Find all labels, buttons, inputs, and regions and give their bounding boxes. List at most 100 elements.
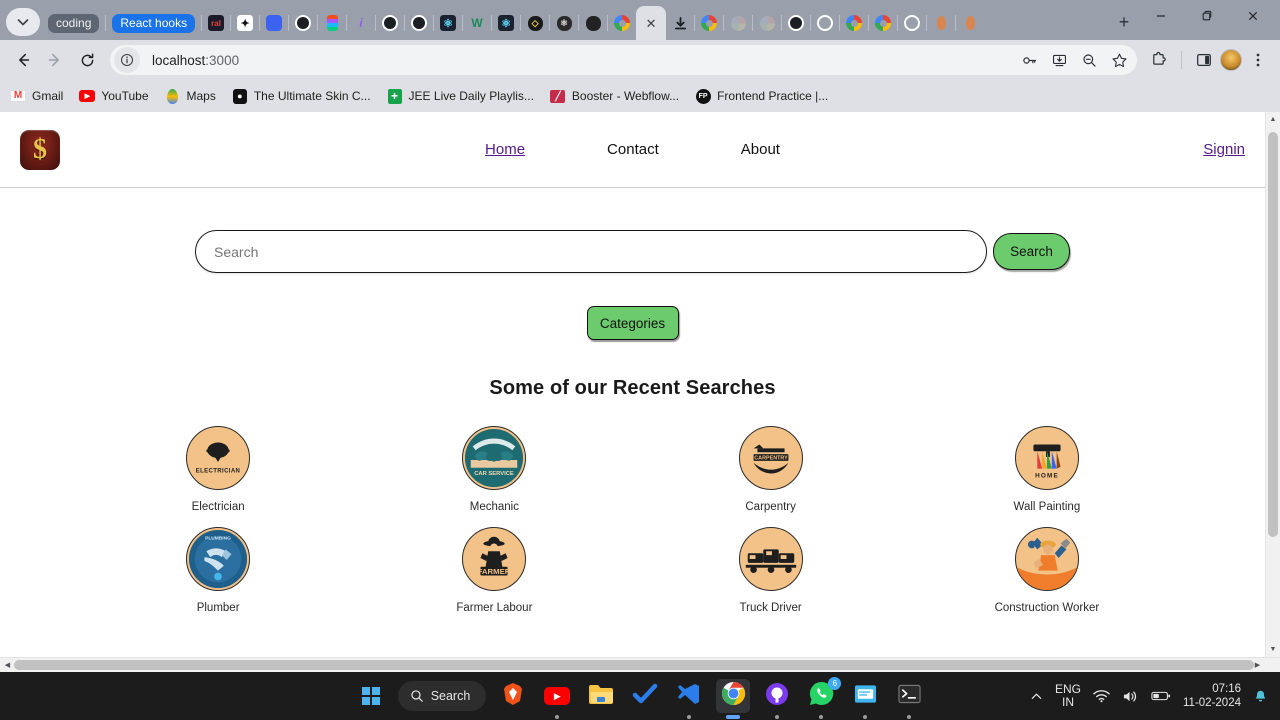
browser-tab[interactable]: ⚛ [550,6,578,40]
chrome-menu-button[interactable] [1244,46,1272,74]
bookmark-item[interactable]: ● The Ultimate Skin C... [232,88,371,104]
nav-link-contact[interactable]: Contact [607,141,659,158]
site-info-icon[interactable] [114,47,140,73]
site-logo[interactable]: $ [20,129,60,170]
browser-tab[interactable] [840,6,868,40]
bookmark-item[interactable]: Maps [165,88,216,104]
recent-search-item[interactable]: Construction Worker [909,527,1185,614]
taskbar-app-vscode[interactable] [672,679,706,719]
recent-search-item[interactable]: CAR SERVICE Mechanic [356,426,632,513]
browser-tab[interactable] [376,6,404,40]
taskbar-app-sticky-notes[interactable] [848,679,882,719]
taskbar-app-chrome[interactable] [716,679,751,719]
browser-tab[interactable] [782,6,810,40]
signin-link[interactable]: Signin [1203,141,1245,158]
taskbar-app-youtube[interactable]: ▶ [540,679,574,719]
browser-tab[interactable] [695,6,723,40]
browser-tab[interactable] [405,6,433,40]
browser-tab[interactable] [260,6,288,40]
start-button[interactable] [354,679,388,713]
back-button[interactable] [8,45,38,75]
recent-search-item[interactable]: ELECTRICIAN Electrician [80,426,356,513]
browser-tab[interactable] [289,6,317,40]
browser-tab[interactable] [608,6,636,40]
taskbar-app-todo-check[interactable] [628,679,662,713]
terminal-icon [898,684,921,709]
recent-search-item[interactable]: CARPENTRY Carpentry [633,426,909,513]
scroll-down-arrow[interactable]: ▼ [1266,642,1280,657]
browser-tab[interactable] [318,6,346,40]
minimize-button[interactable] [1138,0,1184,32]
browser-tab[interactable] [811,6,839,40]
taskbar-app-github-desktop[interactable] [760,679,794,719]
scroll-left-arrow[interactable]: ◀ [0,658,15,672]
taskbar-app-file-explorer[interactable] [584,679,618,713]
browser-tab[interactable]: ✦ [231,6,259,40]
browser-tab[interactable] [579,6,607,40]
todo-check-icon [632,683,658,710]
extensions-button[interactable] [1145,46,1173,74]
bookmark-item[interactable]: FP Frontend Practice |... [695,88,828,104]
recent-search-item[interactable]: FARMER Farmer Labour [356,527,632,614]
categories-button[interactable]: Categories [586,306,679,340]
search-input[interactable] [195,230,987,273]
bookmark-label: JEE Live Daily Playlis... [408,89,534,103]
react-icon: ⚛ [440,15,457,31]
browser-tab[interactable] [956,6,984,40]
scroll-up-arrow[interactable]: ▲ [1266,112,1280,127]
bookmark-item[interactable]: + JEE Live Daily Playlis... [387,88,534,104]
browser-tab[interactable]: W [463,6,491,40]
new-tab-button[interactable]: + [1110,8,1138,36]
taskbar-app-terminal[interactable] [892,679,926,719]
browser-tab[interactable] [898,6,926,40]
browser-tab[interactable] [724,6,752,40]
scroll-right-arrow[interactable]: ▶ [1250,658,1265,672]
forward-button[interactable] [40,45,70,75]
browser-tab[interactable] [666,6,694,40]
running-indicator [863,715,868,719]
recent-search-item[interactable]: Truck Driver [633,527,909,614]
zoom-button[interactable] [1075,46,1103,74]
bookmark-button[interactable] [1105,46,1133,74]
profile-avatar[interactable] [1220,49,1242,71]
search-button[interactable]: Search [993,233,1070,270]
construction-worker-badge-icon [1014,527,1079,591]
bookmark-item[interactable]: ╱ Booster - Webflow... [550,88,679,104]
recent-search-item[interactable]: HOME Wall Painting [909,426,1185,513]
dark-globe-icon: ⚛ [556,15,572,31]
taskbar-search[interactable]: Search [397,681,487,711]
address-bar[interactable]: localhost:3000 [110,45,1137,75]
close-window-button[interactable] [1230,0,1276,32]
side-panel-button[interactable] [1190,46,1218,74]
tab-close-icon[interactable]: ✕ [643,15,659,31]
taskbar-app-whatsapp[interactable]: 6 [804,677,842,719]
browser-tab[interactable]: ⚛ [434,6,462,40]
browser-tab[interactable]: i [347,6,375,40]
browser-tab[interactable] [869,6,897,40]
page-horizontal-scrollbar[interactable]: ◀ ▶ [0,657,1280,672]
horizontal-scroll-thumb[interactable] [14,660,1254,670]
browser-tab[interactable]: ◇ [521,6,549,40]
browser-tab[interactable]: ⚛ [492,6,520,40]
browser-tab[interactable]: React hooks [106,6,201,40]
recent-search-item[interactable]: PLUMBING Plumber [80,527,356,614]
omnibox-actions [1015,46,1137,74]
install-app-button[interactable] [1045,46,1073,74]
taskbar-app-brave[interactable] [496,679,530,713]
page-vertical-scrollbar[interactable]: ▲ ▼ [1265,112,1280,657]
browser-tab[interactable] [927,6,955,40]
reload-button[interactable] [72,45,102,75]
figma-icon [324,15,340,31]
bookmark-item[interactable]: ▶ YouTube [79,88,149,104]
nav-link-home[interactable]: Home [485,141,525,158]
browser-tab[interactable]: coding [42,6,105,40]
browser-tab-active[interactable]: ✕ [636,6,667,40]
maximize-button[interactable] [1184,0,1230,32]
tab-search-button[interactable] [6,8,40,36]
nav-link-about[interactable]: About [741,141,780,158]
browser-tab[interactable]: ral [202,6,230,40]
password-manager-button[interactable] [1015,46,1043,74]
bookmark-item[interactable]: M Gmail [10,88,63,104]
vertical-scroll-thumb[interactable] [1268,132,1278,537]
browser-tab[interactable] [753,6,781,40]
